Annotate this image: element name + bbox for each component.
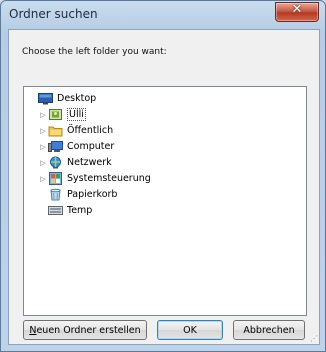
tree-item-label: Öffentlich [67,125,114,136]
tree-item-computer[interactable]: ▷ Computer [38,139,114,154]
folder-browser-dialog: Ordner suchen ✕ Choose the left folder y… [0,0,326,352]
cancel-label: Abbrechen [243,324,295,336]
dialog-body: Choose the left folder you want: Desktop… [8,29,320,345]
tree-item-label: Systemsteuerung [67,173,151,184]
tree-item-systemsteuerung[interactable]: ▷ Systemsteuerung [38,171,151,186]
network-icon [48,156,63,169]
recycle-bin-icon [48,188,63,201]
new-folder-button[interactable]: Neuen Ordner erstellen [23,320,147,340]
tree-item-oeffentlich[interactable]: ▷ Öffentlich [38,123,113,138]
ok-button[interactable]: OK [157,320,223,340]
expand-arrow-icon[interactable]: ▷ [38,127,48,135]
new-folder-label: euen Ordner erstellen [36,324,141,336]
tree-item-label: Desktop [57,93,97,104]
tree-item-label: Ulli [67,108,86,121]
tree-item-label: Temp [67,205,93,216]
tree-item-label: Computer [67,141,115,152]
tree-item-papierkorb[interactable]: Papierkorb [38,187,117,202]
cancel-button[interactable]: Abbrechen [233,320,305,340]
tree-item-desktop[interactable]: Desktop [28,91,96,106]
expand-arrow-icon[interactable]: ▷ [38,143,48,151]
tree-item-ulli[interactable]: ▷ Ulli [38,107,86,122]
expand-arrow-icon[interactable]: ▷ [38,159,48,167]
close-button[interactable]: ✕ [275,2,319,22]
expand-arrow-icon[interactable]: ▷ [38,111,48,119]
close-icon: ✕ [291,2,303,17]
tree-item-label: Papierkorb [67,189,118,200]
folder-tree[interactable]: Desktop ▷ Ulli ▷ Öffentlich ▷ Computer ▷… [23,86,307,316]
folder-icon [48,124,63,137]
ok-label: OK [183,324,197,336]
title-bar[interactable]: Ordner suchen ✕ [1,1,325,29]
expand-arrow-icon[interactable]: ▷ [38,175,48,183]
dialog-title: Ordner suchen [9,7,98,21]
computer-icon [48,140,63,153]
desktop-icon [38,92,53,105]
tree-item-label: Netzwerk [67,157,112,168]
user-folder-icon [48,108,63,121]
resize-grip-icon[interactable]: ⋰ [310,334,318,343]
new-folder-accelerator: N [29,324,37,336]
control-panel-icon [48,172,63,185]
prompt-text: Choose the left folder you want: [22,47,167,57]
tree-item-temp[interactable]: Temp [38,203,92,218]
drive-icon [48,204,63,217]
tree-item-netzwerk[interactable]: ▷ Netzwerk [38,155,112,170]
